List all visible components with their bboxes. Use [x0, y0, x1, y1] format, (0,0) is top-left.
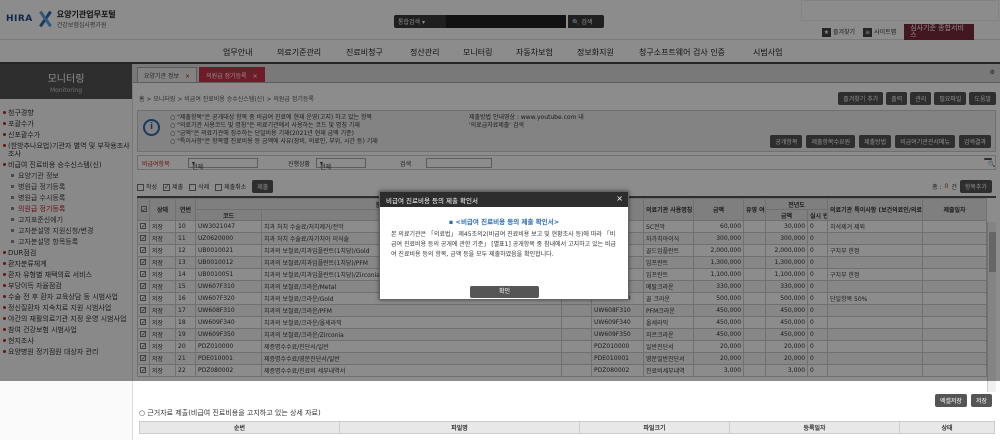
- evidence-table: 순번 파일명 파일크기 등록일자 상태: [139, 421, 995, 434]
- evidence-col-filesize: 파일크기: [579, 421, 730, 434]
- evidence-buttons: 엑셀저장 저장: [934, 394, 992, 407]
- evidence-col-seq: 순번: [139, 421, 340, 434]
- modal-body: 본 의료기관은 「의료법」 제45조의2(비급여 진료비용 보고 및 현황조사 …: [391, 231, 617, 258]
- modal-title: 비급여 진료비용 등의 제출 확인서: [386, 197, 478, 205]
- evidence-col-status: 상태: [899, 421, 995, 434]
- confirm-button[interactable]: 확인: [470, 286, 539, 298]
- evidence-col-filename: 파일명: [339, 421, 580, 434]
- close-icon[interactable]: ×: [616, 194, 623, 203]
- modal-subtitle: ▪ <비급여 진료비용 등의 제출 확인서>: [448, 218, 560, 226]
- excel-save-button[interactable]: 엑셀저장: [934, 394, 967, 407]
- doc-icon: ▪: [448, 218, 454, 226]
- confirmation-modal: 비급여 진료비용 등의 제출 확인서 × ▪ <비급여 진료비용 등의 제출 확…: [379, 191, 629, 300]
- evidence-title: ○ 근거자료 제출(비급여 진료비용을 고지하고 있는 상세 자료): [139, 409, 321, 417]
- modal-header: 비급여 진료비용 등의 제출 확인서 ×: [380, 192, 628, 207]
- save-button[interactable]: 저장: [970, 394, 992, 407]
- evidence-col-date: 등록일자: [729, 421, 900, 434]
- evidence-section: 엑셀저장 저장 ○ 근거자료 제출(비급여 진료비용을 고지하고 있는 상세 자…: [137, 392, 996, 440]
